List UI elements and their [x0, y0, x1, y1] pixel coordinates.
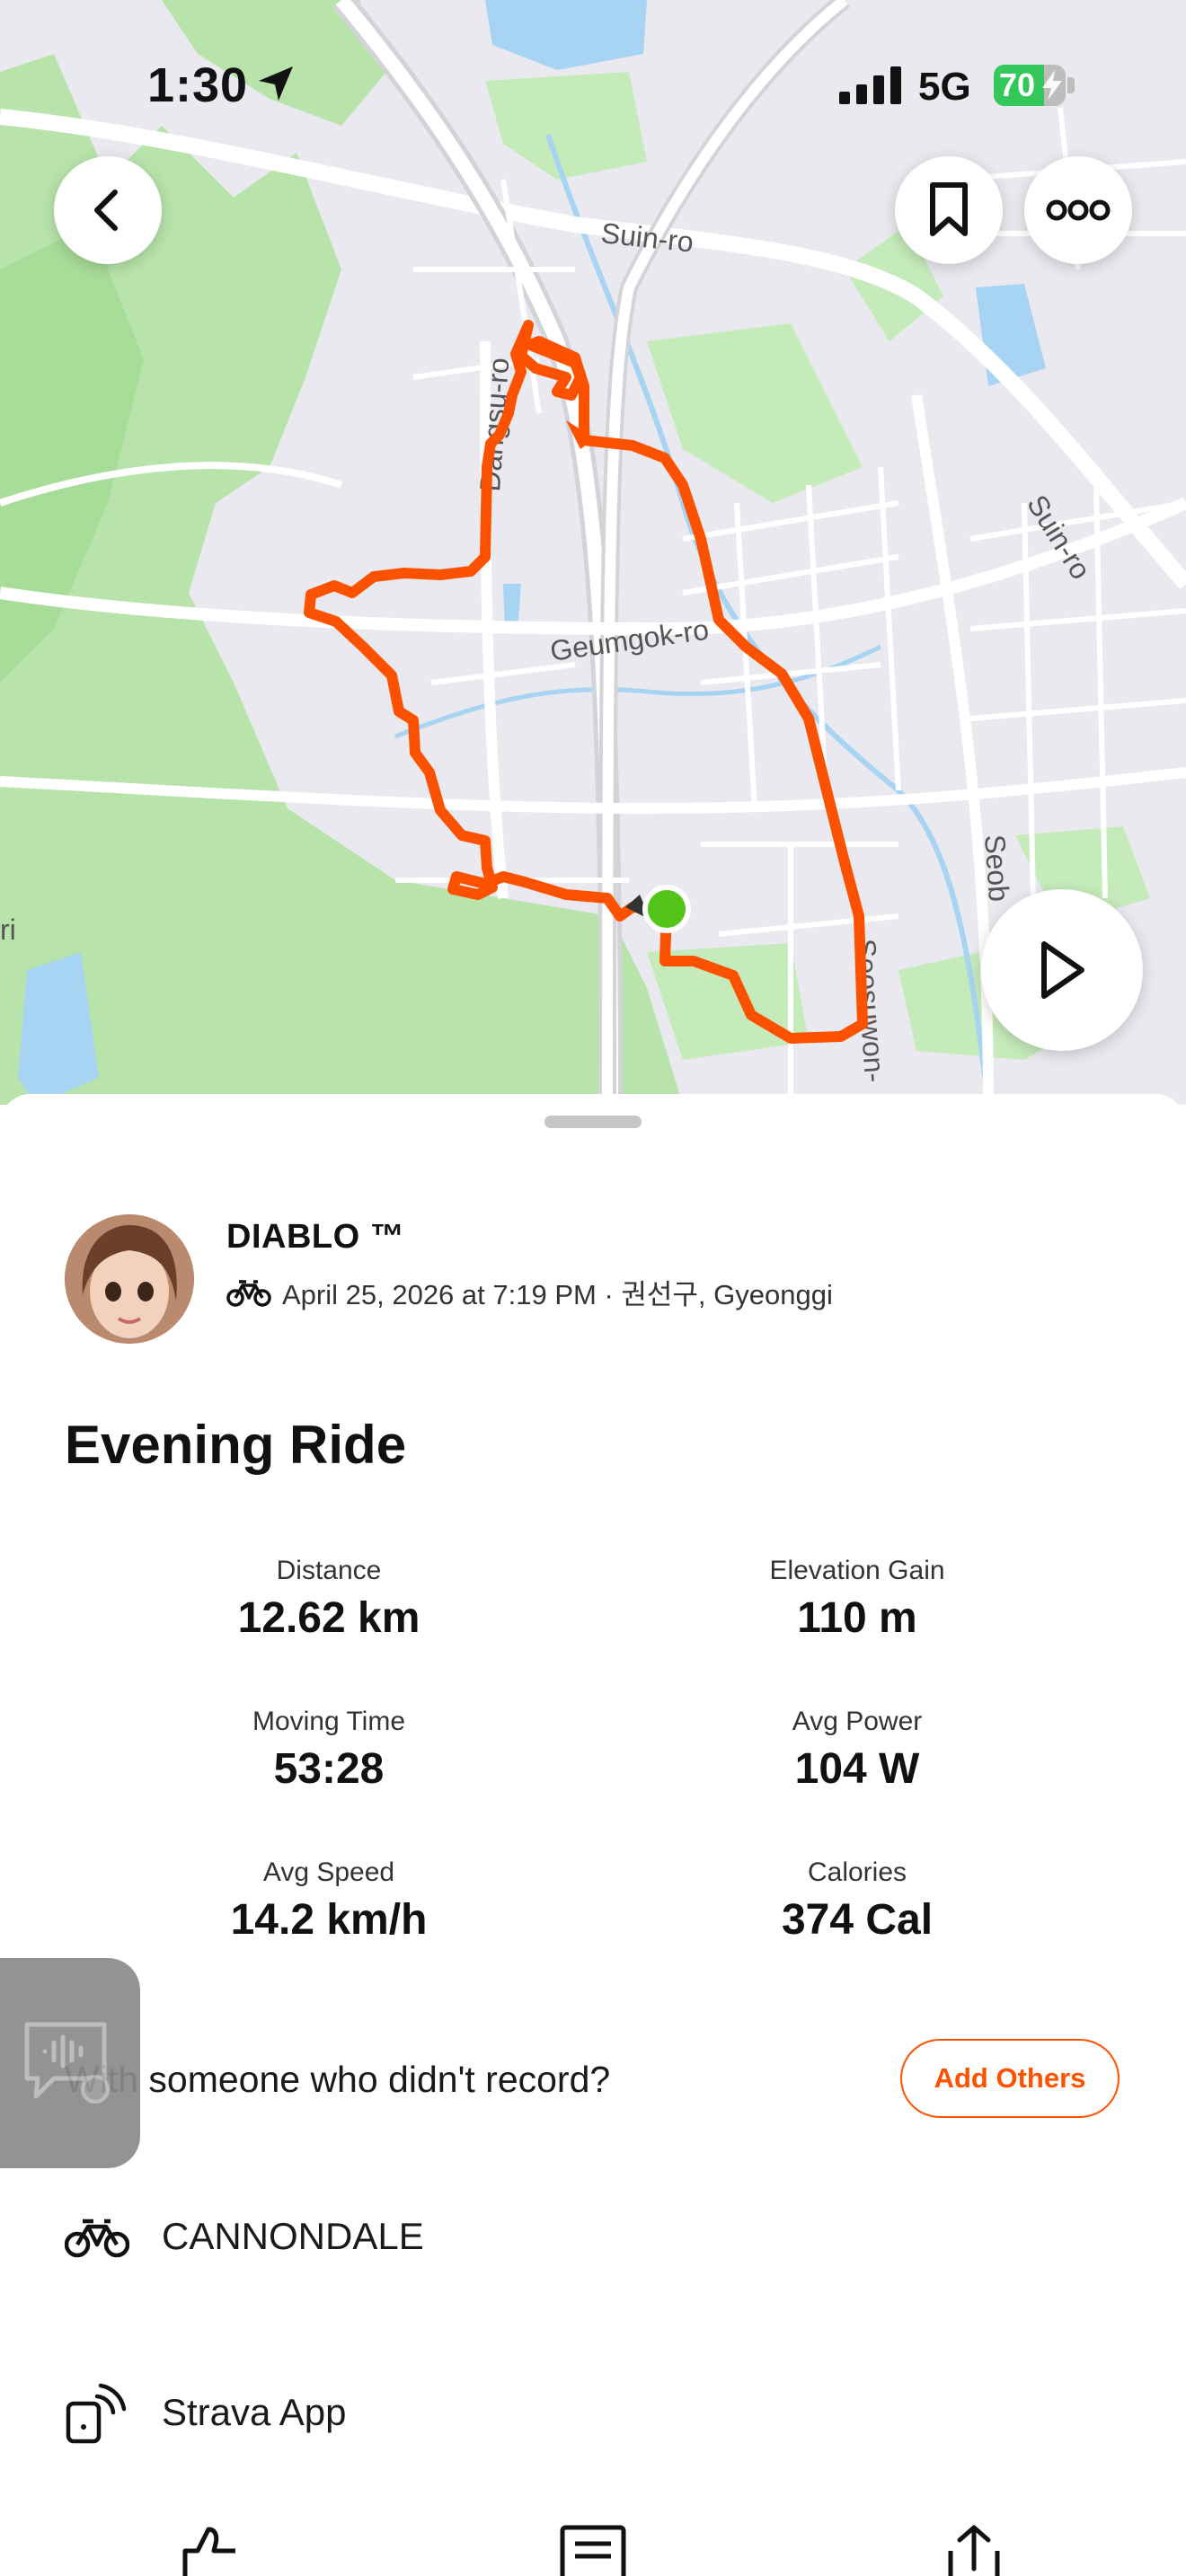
comment-icon[interactable] — [557, 2524, 629, 2576]
activity-date-location: April 25, 2026 at 7:19 PM · 권선구, Gyeongg… — [282, 1279, 833, 1310]
stat-label: Calories — [807, 1857, 907, 1887]
stat-label: Moving Time — [252, 1707, 406, 1736]
bookmark-icon — [930, 182, 968, 236]
status-time: 1:30 — [147, 58, 249, 112]
floating-voice-widget[interactable] — [0, 1958, 140, 2168]
charging-bolt-icon — [1042, 70, 1062, 101]
stat-label: Avg Power — [792, 1707, 923, 1736]
bookmark-button[interactable] — [895, 156, 1003, 264]
stat-value: 53:28 — [273, 1745, 385, 1793]
stat-elevation-gain: Elevation Gain 110 m — [668, 1556, 1046, 1643]
battery-nub — [1067, 77, 1075, 93]
share-icon[interactable] — [938, 2524, 1010, 2576]
map-label-edge: ri — [0, 913, 16, 946]
location-arrow-icon — [259, 66, 293, 101]
device-name: Strava App — [162, 2391, 347, 2433]
stat-moving-time: Moving Time 53:28 — [140, 1707, 518, 1794]
device-row: Strava App — [65, 2380, 346, 2445]
stat-label: Distance — [276, 1556, 382, 1585]
play-icon — [1041, 941, 1084, 999]
stat-label: Avg Speed — [262, 1857, 395, 1887]
status-bar: 1:30 5G 70 — [0, 0, 1186, 171]
stat-calories: Calories 374 Cal — [668, 1857, 1046, 1945]
stat-value: 110 m — [797, 1594, 917, 1642]
gear-name: CANNONDALE — [162, 2215, 424, 2257]
stat-distance: Distance 12.62 km — [140, 1556, 518, 1643]
stat-avg-power: Avg Power 104 W — [668, 1707, 1046, 1794]
more-dots-icon — [1046, 199, 1111, 221]
more-options-button[interactable] — [1024, 156, 1132, 264]
bike-icon — [226, 1279, 271, 1307]
avatar[interactable] — [65, 1214, 194, 1344]
cellular-signal-icon — [839, 66, 901, 104]
avatar-image — [65, 1214, 194, 1344]
sheet-handle[interactable] — [544, 1116, 642, 1128]
voice-chat-icon — [24, 2022, 110, 2104]
with-others-prompt: With someone who didn't record? — [65, 2059, 611, 2100]
bike-icon — [65, 2219, 129, 2258]
play-flyover-button[interactable] — [981, 889, 1143, 1051]
activity-sheet: DIABLO ™ April 25, 2026 at 7:19 PM · 권선구… — [0, 1094, 1186, 2576]
chevron-left-icon — [94, 190, 118, 231]
stat-value: 104 W — [794, 1745, 920, 1793]
route-start-marker — [642, 885, 691, 933]
thumbs-up-icon[interactable] — [176, 2524, 248, 2576]
back-button[interactable] — [54, 156, 162, 264]
athlete-name[interactable]: DIABLO ™ — [226, 1218, 404, 1257]
stat-value: 12.62 km — [237, 1594, 420, 1642]
map-label-seob: Seob — [978, 834, 1015, 903]
device-signal-icon — [66, 2383, 127, 2444]
add-others-button[interactable]: Add Others — [900, 2039, 1120, 2118]
activity-title: Evening Ride — [65, 1415, 407, 1475]
stat-label: Elevation Gain — [769, 1556, 945, 1585]
gear-row[interactable]: CANNONDALE — [65, 2215, 424, 2258]
stat-avg-speed: Avg Speed 14.2 km/h — [140, 1857, 518, 1945]
stat-value: 374 Cal — [781, 1896, 934, 1944]
network-type: 5G — [918, 65, 971, 109]
activity-meta: April 25, 2026 at 7:19 PM · 권선구, Gyeongg… — [226, 1272, 833, 1312]
stat-value: 14.2 km/h — [230, 1896, 428, 1944]
